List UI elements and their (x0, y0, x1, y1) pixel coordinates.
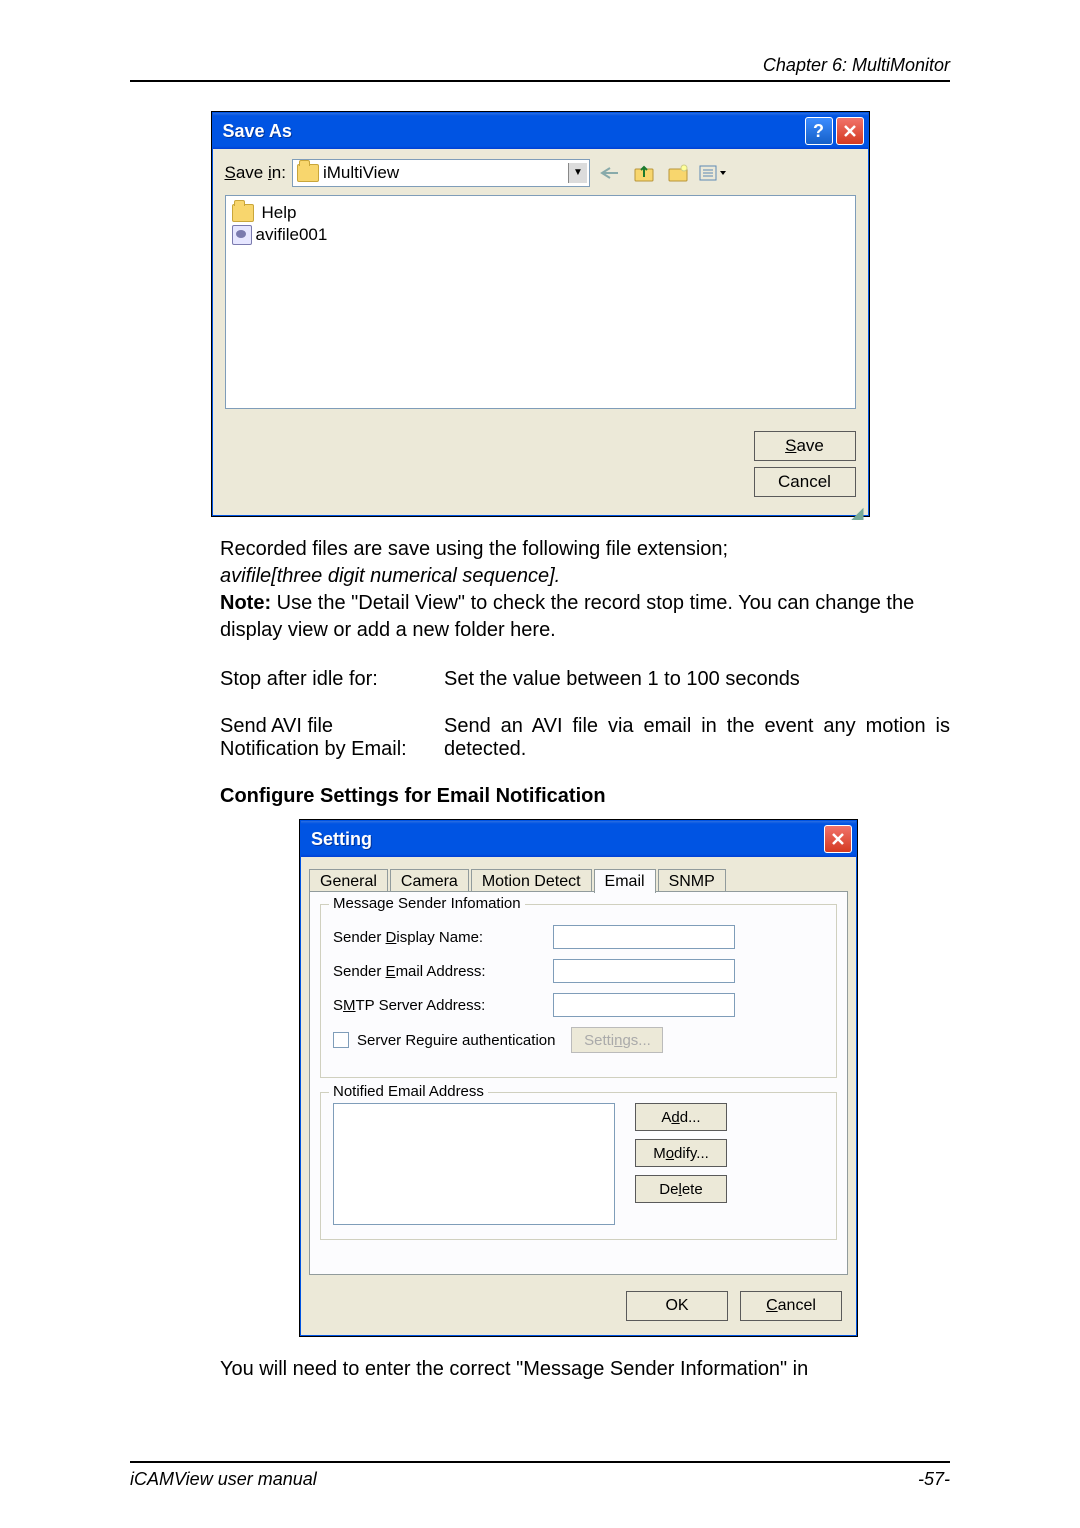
delete-button[interactable]: Delete (635, 1175, 727, 1203)
footer-right: -57- (918, 1469, 950, 1490)
smtp-input[interactable] (553, 993, 735, 1017)
paragraph-italic: avifile[three digit numerical sequence]. (220, 563, 950, 590)
table-row: Send AVI file Notification by Email: Sen… (220, 715, 950, 761)
settings-titlebar: Setting (301, 821, 856, 857)
save-as-title: Save As (223, 121, 292, 142)
section-heading: Configure Settings for Email Notificatio… (220, 785, 950, 808)
ok-button[interactable]: OK (626, 1291, 728, 1321)
smtp-label: SMTP Server Address: (333, 997, 553, 1014)
save-in-label: Save in: (225, 163, 286, 183)
avi-file-icon (232, 225, 252, 245)
sender-display-label: Sender Display Name: (333, 929, 553, 946)
paragraph: Recorded files are save using the follow… (220, 536, 950, 563)
tab-snmp[interactable]: SNMP (658, 869, 726, 893)
close-icon[interactable] (824, 825, 852, 853)
cancel-button[interactable]: Cancel (740, 1291, 842, 1321)
cancel-button[interactable]: Cancel (754, 467, 856, 497)
folder-icon (297, 164, 319, 182)
save-as-titlebar: Save As ? (213, 113, 868, 149)
save-as-dialog: Save As ? Save in: iMultiView ▼ (212, 112, 869, 516)
save-in-dropdown[interactable]: iMultiView ▼ (292, 159, 590, 187)
back-icon[interactable] (596, 160, 624, 186)
save-button[interactable]: Save (754, 431, 856, 461)
list-item[interactable]: avifile001 (232, 224, 849, 246)
auth-label: Server Reguire authentication (357, 1032, 555, 1049)
paragraph: You will need to enter the correct "Mess… (220, 1356, 950, 1383)
view-menu-icon[interactable] (698, 160, 726, 186)
tab-camera[interactable]: Camera (390, 869, 469, 893)
note-paragraph: Note: Use the "Detail View" to check the… (220, 590, 950, 644)
footer-left: iCAMView user manual (130, 1469, 317, 1490)
add-button[interactable]: Add... (635, 1103, 727, 1131)
legend: Notified Email Address (329, 1083, 488, 1100)
kv-label: Send AVI file Notification by Email: (220, 715, 420, 761)
table-row: Stop after idle for: Set the value betwe… (220, 668, 950, 691)
list-item[interactable]: Help (232, 202, 849, 224)
fieldset-notified-email: Notified Email Address Add... Modify... … (320, 1092, 837, 1240)
settings-dialog: Setting General Camera Motion Detect Ema… (300, 820, 857, 1336)
auth-checkbox[interactable] (333, 1032, 349, 1048)
sender-email-label: Sender Email Address: (333, 963, 553, 980)
chevron-down-icon[interactable]: ▼ (568, 163, 587, 183)
tab-motion-detect[interactable]: Motion Detect (471, 869, 592, 893)
resize-grip-icon[interactable]: ◢ (213, 503, 868, 515)
kv-value: Send an AVI file via email in the event … (444, 715, 950, 761)
sender-email-input[interactable] (553, 959, 735, 983)
auth-settings-button: Settings... (571, 1027, 663, 1053)
page-header: Chapter 6: MultiMonitor (130, 55, 950, 82)
tab-general[interactable]: General (309, 869, 388, 893)
fieldset-sender-info: Message Sender Infomation Sender Display… (320, 904, 837, 1078)
folder-icon (232, 204, 254, 222)
modify-button[interactable]: Modify... (635, 1139, 727, 1167)
legend: Message Sender Infomation (329, 895, 525, 912)
kv-label: Stop after idle for: (220, 668, 420, 691)
tab-email[interactable]: Email (594, 869, 656, 893)
close-icon[interactable] (836, 117, 864, 145)
kv-value: Set the value between 1 to 100 seconds (444, 668, 950, 691)
settings-title: Setting (311, 829, 372, 850)
email-listbox[interactable] (333, 1103, 615, 1225)
help-icon[interactable]: ? (805, 117, 833, 145)
up-folder-icon[interactable] (630, 160, 658, 186)
sender-display-input[interactable] (553, 925, 735, 949)
file-list[interactable]: Help avifile001 (225, 195, 856, 409)
new-folder-icon[interactable] (664, 160, 692, 186)
